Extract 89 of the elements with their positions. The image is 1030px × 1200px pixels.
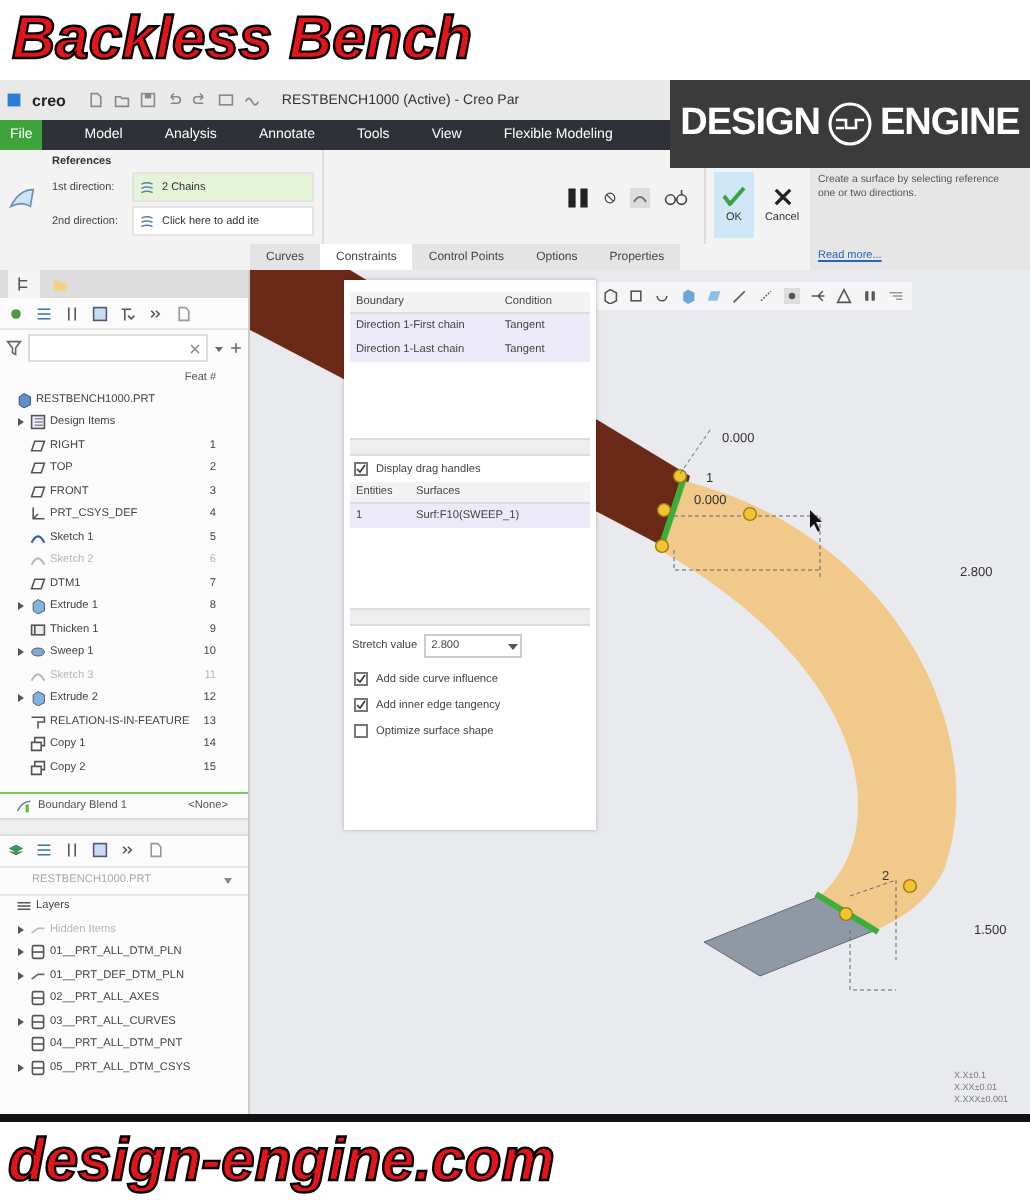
list-icon bbox=[30, 414, 46, 431]
copy-icon bbox=[30, 736, 46, 753]
layers-icon[interactable] bbox=[8, 842, 24, 858]
table-icon[interactable] bbox=[92, 842, 108, 858]
save-icon[interactable] bbox=[139, 92, 156, 108]
node-icon[interactable] bbox=[784, 288, 800, 304]
layers-icon bbox=[16, 898, 32, 915]
checkbox[interactable] bbox=[354, 672, 368, 686]
logo-text: DESIGN bbox=[680, 102, 820, 146]
pause-icon[interactable] bbox=[566, 185, 590, 209]
copy-icon bbox=[30, 759, 46, 776]
expand-arrow-icon[interactable] bbox=[16, 948, 24, 957]
list-icon[interactable] bbox=[36, 842, 52, 858]
filter-tree-icon[interactable] bbox=[120, 305, 136, 321]
cube-icon bbox=[30, 598, 46, 615]
caret-icon bbox=[224, 876, 232, 884]
window-icon[interactable] bbox=[217, 92, 234, 108]
scrollbar[interactable] bbox=[350, 438, 590, 456]
pen-icon[interactable] bbox=[732, 288, 748, 304]
points-icon[interactable] bbox=[758, 288, 774, 304]
square-icon[interactable] bbox=[628, 288, 644, 304]
curve-icon[interactable] bbox=[243, 92, 260, 108]
layer-icon bbox=[30, 944, 46, 961]
relation-icon bbox=[30, 713, 46, 730]
plane-icon bbox=[30, 575, 46, 592]
expand-arrow-icon[interactable] bbox=[16, 648, 24, 657]
cursor-icon bbox=[810, 510, 822, 532]
axes-icon bbox=[30, 506, 46, 523]
sweep-icon bbox=[30, 644, 46, 661]
blend-icon bbox=[16, 797, 32, 813]
app-name: creo bbox=[32, 91, 66, 109]
scrollbar[interactable] bbox=[350, 608, 590, 626]
branch-icon[interactable] bbox=[810, 288, 826, 304]
list-icon[interactable] bbox=[36, 305, 52, 321]
tree-icon[interactable] bbox=[16, 276, 32, 292]
list-icon[interactable] bbox=[888, 288, 904, 304]
curves-icon bbox=[140, 180, 154, 194]
page-icon[interactable] bbox=[148, 842, 164, 858]
open-icon[interactable] bbox=[113, 92, 130, 108]
filter-icon[interactable] bbox=[6, 340, 22, 356]
website-caption: design-engine.com bbox=[8, 1127, 555, 1195]
new-file-icon[interactable] bbox=[87, 92, 104, 108]
checkbox[interactable] bbox=[354, 724, 368, 738]
layer-icon bbox=[30, 990, 46, 1007]
more-icon[interactable] bbox=[148, 305, 164, 321]
columns-icon[interactable] bbox=[64, 842, 80, 858]
plus-icon[interactable] bbox=[230, 342, 242, 354]
expand-arrow-icon[interactable] bbox=[16, 418, 24, 427]
dimension-line bbox=[849, 879, 897, 991]
surface-icon[interactable] bbox=[8, 183, 36, 211]
close-icon[interactable] bbox=[190, 343, 200, 353]
video-title: Backless Bench bbox=[12, 6, 473, 74]
logo-text: ENGINE bbox=[880, 102, 1020, 146]
curves-icon bbox=[140, 214, 154, 228]
expand-arrow-icon[interactable] bbox=[16, 602, 24, 611]
columns-icon[interactable] bbox=[64, 305, 80, 321]
filter-field[interactable] bbox=[28, 334, 208, 362]
pause-icon[interactable] bbox=[862, 288, 878, 304]
triangle-icon[interactable] bbox=[836, 288, 852, 304]
app-logo-icon bbox=[6, 92, 22, 108]
stop-icon[interactable] bbox=[604, 191, 616, 203]
preview-icon[interactable] bbox=[630, 187, 650, 207]
expand-arrow-icon[interactable] bbox=[16, 694, 24, 703]
sheet-icon bbox=[30, 621, 46, 638]
checkbox[interactable] bbox=[354, 462, 368, 476]
caret-icon bbox=[505, 638, 520, 654]
caret-icon[interactable] bbox=[214, 343, 224, 353]
undo-icon[interactable] bbox=[165, 92, 182, 108]
cube-icon bbox=[16, 391, 32, 408]
expand-arrow-icon[interactable] bbox=[16, 971, 24, 980]
more-icon[interactable] bbox=[120, 842, 136, 858]
page-icon[interactable] bbox=[176, 305, 192, 321]
expand-arrow-icon[interactable] bbox=[16, 1017, 24, 1026]
redo-icon[interactable] bbox=[191, 92, 208, 108]
layer-icon bbox=[30, 1013, 46, 1030]
logo-emblem-icon bbox=[828, 102, 872, 146]
scrollbar[interactable] bbox=[0, 817, 248, 835]
layer-icon bbox=[30, 1059, 46, 1076]
glasses-icon[interactable] bbox=[664, 189, 688, 205]
expand-arrow-icon[interactable] bbox=[16, 1063, 24, 1072]
arc-icon bbox=[30, 667, 46, 684]
checkbox[interactable] bbox=[354, 698, 368, 712]
layer-icon bbox=[30, 1036, 46, 1053]
close-icon bbox=[773, 187, 791, 205]
checkmark-icon bbox=[722, 186, 746, 206]
cube-icon[interactable] bbox=[602, 288, 618, 304]
cube-icon bbox=[30, 690, 46, 707]
edge-chain[interactable] bbox=[654, 468, 688, 554]
table-icon[interactable] bbox=[92, 305, 108, 321]
